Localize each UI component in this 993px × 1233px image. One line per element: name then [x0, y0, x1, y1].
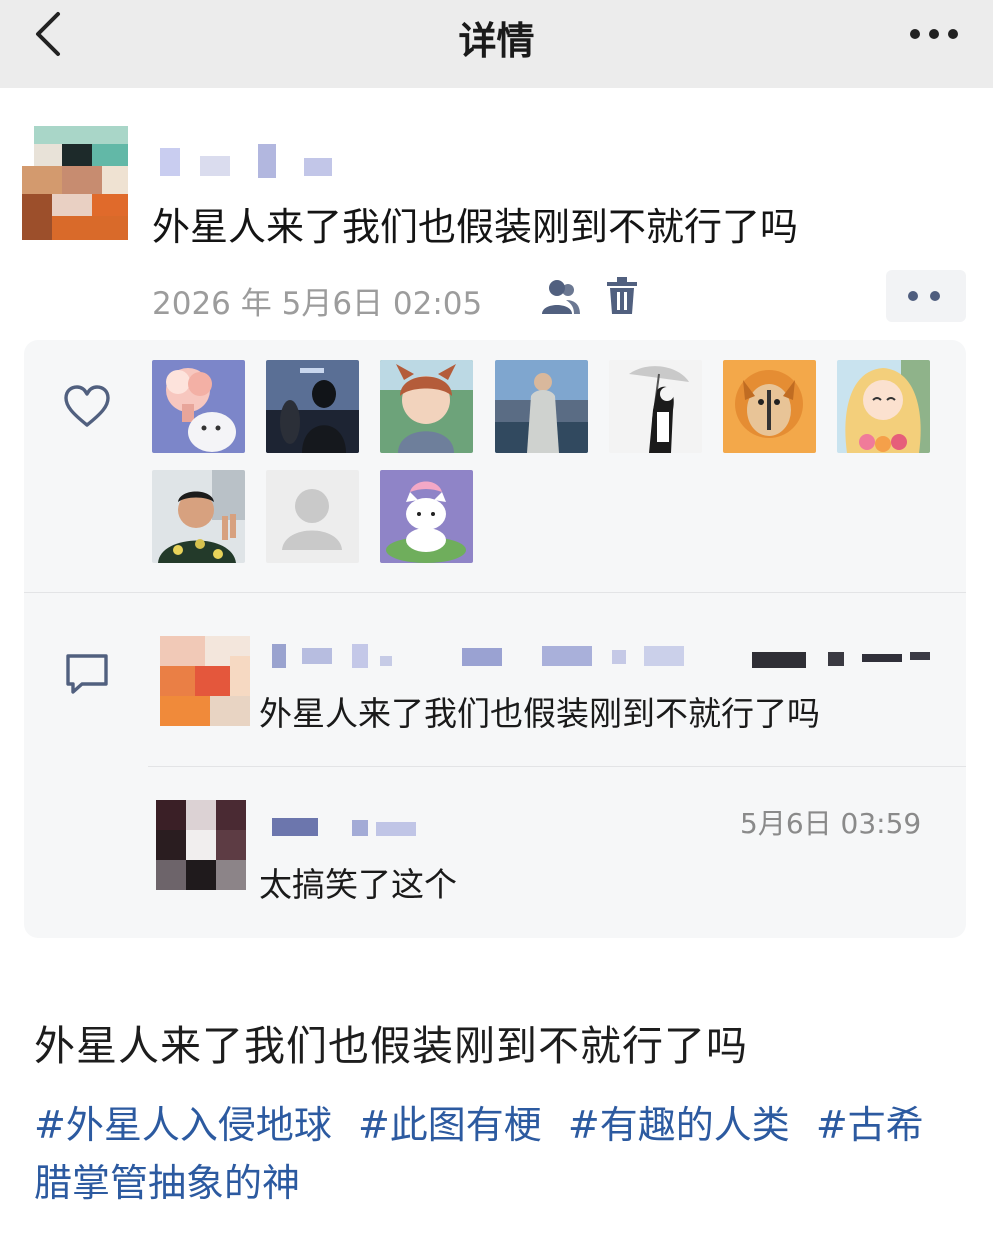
liker-avatar[interactable]: [837, 360, 930, 453]
trash-icon[interactable]: [605, 276, 639, 316]
liker-avatar[interactable]: [152, 470, 245, 563]
commenter-nickname-blurred[interactable]: [272, 812, 422, 838]
commenter-avatar[interactable]: [156, 800, 246, 890]
friends-icon[interactable]: [540, 278, 580, 316]
commenter-nickname-blurred[interactable]: [272, 642, 937, 668]
hashtag-link[interactable]: #此图有梗: [358, 1103, 542, 1147]
hashtag-list: #外星人入侵地球 #此图有梗 #有趣的人类 #古希腊掌管抽象的神: [34, 1096, 959, 1212]
post-avatar[interactable]: [22, 126, 128, 240]
more-actions-button[interactable]: [886, 270, 966, 322]
comment-text: 外星人来了我们也假装刚到不就行了吗: [259, 694, 820, 733]
liker-avatar[interactable]: [495, 360, 588, 453]
post-timestamp: 2026 年 5月6日 02:05: [152, 286, 483, 322]
liker-avatar[interactable]: [152, 360, 245, 453]
heart-icon[interactable]: [64, 385, 110, 429]
post-nickname-blurred[interactable]: [160, 144, 360, 178]
comments-divider: [148, 766, 966, 767]
liker-avatar[interactable]: [723, 360, 816, 453]
likes-comments-divider: [24, 592, 966, 593]
commenter-avatar[interactable]: [160, 636, 250, 726]
post-text: 外星人来了我们也假装刚到不就行了吗: [152, 205, 799, 249]
more-dots-icon[interactable]: [909, 24, 959, 44]
nav-bar: 详情: [0, 0, 993, 88]
liker-avatar-default[interactable]: [266, 470, 359, 563]
comment-timestamp: 5月6日 03:59: [740, 807, 922, 840]
comment-text: 太搞笑了这个: [259, 865, 457, 904]
comment-icon: [66, 654, 108, 694]
hashtag-link[interactable]: #有趣的人类: [568, 1103, 790, 1147]
liker-avatar[interactable]: [380, 360, 473, 453]
liker-avatar[interactable]: [380, 470, 473, 563]
caption-text: 外星人来了我们也假装刚到不就行了吗: [34, 1022, 748, 1070]
liker-avatar[interactable]: [609, 360, 702, 453]
liker-avatar[interactable]: [266, 360, 359, 453]
page-title: 详情: [458, 19, 535, 63]
hashtag-link[interactable]: #外星人入侵地球: [34, 1103, 332, 1147]
